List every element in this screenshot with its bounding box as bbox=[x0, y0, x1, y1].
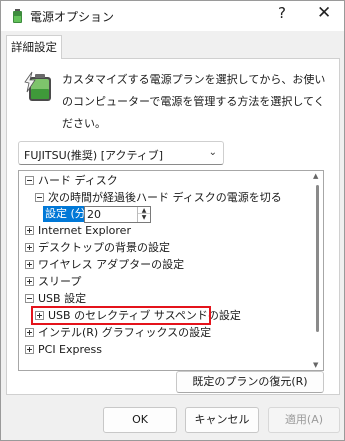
intro-text: カスタマイズする電源プランを選択してから、お使いのコンピューターで電源を管理する… bbox=[62, 73, 326, 130]
stepper-up-icon[interactable]: ▲ bbox=[138, 207, 150, 214]
tree-item-label: PCI Express bbox=[38, 343, 103, 356]
tree-item-pci-express[interactable]: PCI Express bbox=[25, 341, 102, 358]
tree-item-label: インテル(R) グラフィックスの設定 bbox=[38, 326, 212, 339]
tree-item-turn-off-hard-disk[interactable]: 次の時間が経過後ハード ディスクの電源を切る bbox=[35, 189, 282, 206]
tree-item-label: ハード ディスク bbox=[38, 174, 118, 187]
tree-item-label: 次の時間が経過後ハード ディスクの電源を切る bbox=[48, 191, 282, 204]
tree-item-usb-settings[interactable]: USB 設定 bbox=[25, 290, 86, 307]
cancel-button[interactable]: キャンセル bbox=[185, 407, 259, 433]
tree-item-label: デスクトップの背景の設定 bbox=[38, 241, 170, 254]
stepper-buttons: ▲ ▼ bbox=[137, 207, 150, 222]
minutes-stepper[interactable]: 20 ▲ ▼ bbox=[84, 206, 151, 223]
ok-button[interactable]: OK bbox=[103, 407, 177, 433]
stepper-down-icon[interactable]: ▼ bbox=[138, 214, 150, 221]
window-title: 電源オプション bbox=[30, 10, 115, 24]
scroll-down-icon[interactable]: ▼ bbox=[313, 361, 318, 369]
expand-icon[interactable] bbox=[25, 344, 34, 354]
tree-item-internet-explorer[interactable]: Internet Explorer bbox=[25, 222, 131, 239]
tree-item-intel-graphics[interactable]: インテル(R) グラフィックスの設定 bbox=[25, 324, 211, 341]
tab-advanced-settings[interactable]: 詳細設定 bbox=[6, 35, 62, 59]
help-icon[interactable]: ? bbox=[278, 4, 286, 22]
minutes-value[interactable]: 20 bbox=[87, 208, 101, 222]
scroll-thumb[interactable] bbox=[316, 185, 319, 332]
power-plan-select[interactable]: FUJITSU(推奨) [アクティブ] ⌄ bbox=[18, 141, 224, 165]
expand-icon[interactable] bbox=[25, 259, 34, 269]
power-battery-icon bbox=[24, 71, 51, 101]
expand-icon[interactable] bbox=[25, 242, 34, 252]
collapse-icon[interactable] bbox=[35, 192, 44, 202]
tree-item-label: スリープ bbox=[38, 275, 82, 288]
tree-item-desktop-background[interactable]: デスクトップの背景の設定 bbox=[25, 239, 170, 256]
expand-icon[interactable] bbox=[25, 327, 34, 337]
tree-item-wireless-adapter[interactable]: ワイヤレス アダプターの設定 bbox=[25, 256, 184, 273]
tree-item-sleep[interactable]: スリープ bbox=[25, 273, 81, 290]
chevron-down-icon: ⌄ bbox=[208, 147, 217, 158]
tree-item-hard-disk[interactable]: ハード ディスク bbox=[25, 172, 118, 189]
tree-item-label: ワイヤレス アダプターの設定 bbox=[38, 258, 185, 271]
tree-item-label: Internet Explorer bbox=[38, 224, 131, 237]
expand-icon[interactable] bbox=[25, 276, 34, 286]
tree-scrollbar[interactable]: ▲ ▼ bbox=[312, 171, 322, 370]
restore-defaults-button[interactable]: 既定のプランの復元(R) bbox=[176, 371, 324, 393]
apply-button[interactable]: 適用(A) bbox=[268, 407, 340, 433]
close-icon[interactable]: ✕ bbox=[317, 3, 331, 23]
power-plan-value: FUJITSU(推奨) [アクティブ] bbox=[24, 149, 164, 162]
power-options-app-icon bbox=[13, 9, 22, 23]
title-bar: 電源オプション ? ✕ bbox=[1, 1, 344, 31]
collapse-icon[interactable] bbox=[25, 293, 34, 303]
scroll-up-icon[interactable]: ▲ bbox=[313, 172, 318, 180]
tree-item-label: USB 設定 bbox=[38, 292, 87, 305]
expand-icon[interactable] bbox=[25, 225, 34, 235]
power-options-dialog: 電源オプション ? ✕ 詳細設定 カスタマイズする電源プランを選択してから、お使… bbox=[0, 0, 345, 441]
highlight-box bbox=[31, 306, 211, 325]
collapse-icon[interactable] bbox=[25, 175, 34, 185]
